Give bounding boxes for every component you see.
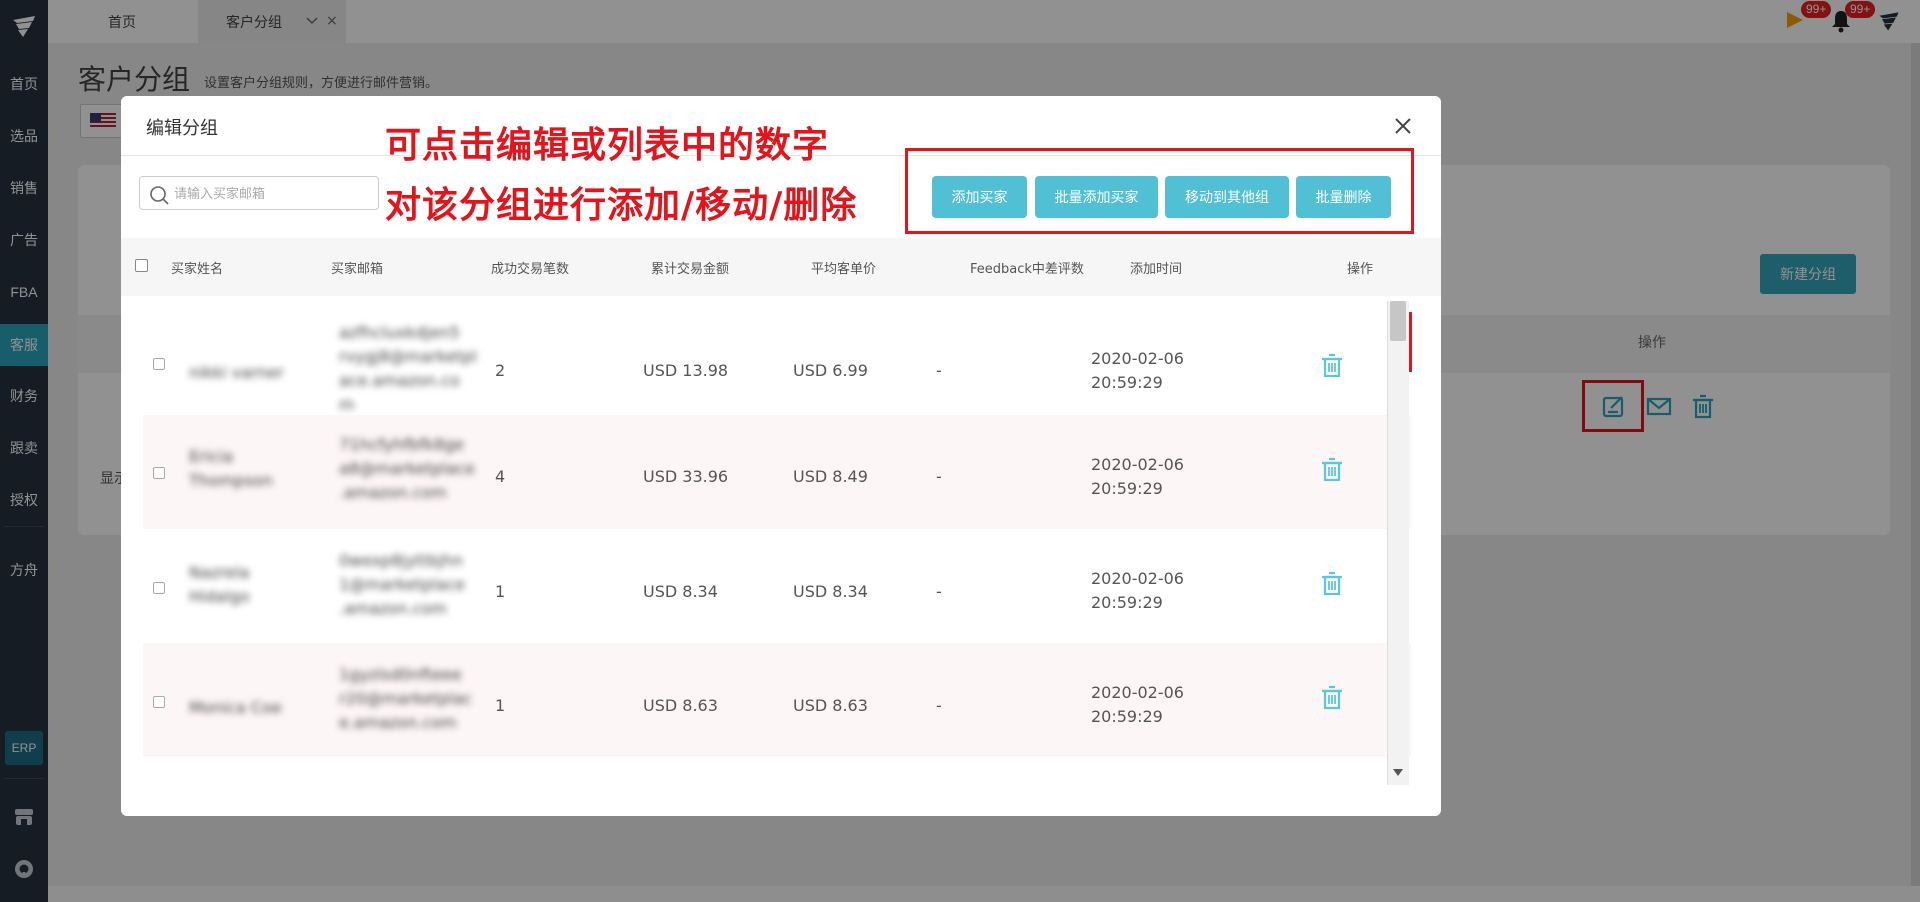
- total-amount: USD 13.98: [643, 361, 729, 380]
- total-amount: USD 8.34: [643, 582, 718, 601]
- search-icon: [150, 186, 169, 205]
- success-count[interactable]: 2: [495, 361, 505, 380]
- buyer-table-header: 买家姓名 买家邮箱 成功交易笔数 累计交易金额 平均客单价 Feedback中差…: [121, 238, 1441, 296]
- table-row: Monica Coe 1gyzlsd0nfteee r20@marketplac…: [143, 643, 1411, 757]
- add-time: 20:59:29: [1091, 707, 1163, 726]
- delete-icon[interactable]: [1319, 683, 1345, 711]
- buyer-table-body: nikki varner azfhcluxkdjen5 rvygj8@marke…: [143, 301, 1411, 785]
- table-row: Nazrela Hidalgo 0wexp8jyttbjhn 1@marketp…: [143, 529, 1411, 643]
- buyer-email: 0wexp8jyttbjhn 1@marketplace .amazon.com: [339, 551, 466, 618]
- delete-icon[interactable]: [1319, 455, 1345, 483]
- annotation-highlight-box: [905, 148, 1414, 234]
- total-amount: USD 33.96: [643, 467, 729, 486]
- close-icon[interactable]: [1391, 114, 1415, 138]
- edit-group-modal: 编辑分组 可点击编辑或列表中的数字 对该分组进行添加/移动/删除 添加买家 批量…: [121, 96, 1441, 816]
- success-count[interactable]: 1: [495, 696, 505, 715]
- col-avg-price: 平均客单价: [811, 262, 877, 277]
- col-total-amount: 累计交易金额: [651, 262, 730, 277]
- total-amount: USD 8.63: [643, 696, 718, 715]
- annotation-line-1: 可点击编辑或列表中的数字: [385, 125, 830, 166]
- row-checkbox[interactable]: [153, 467, 165, 479]
- success-count[interactable]: 1: [495, 582, 505, 601]
- table-scrollbar[interactable]: [1387, 301, 1409, 785]
- buyer-name: Ericia Thompson: [189, 447, 273, 490]
- delete-icon[interactable]: [1319, 351, 1345, 379]
- col-buyer-name: 买家姓名: [171, 262, 224, 277]
- scroll-down-arrow-icon[interactable]: [1393, 769, 1403, 776]
- avg-price: USD 8.34: [793, 582, 868, 601]
- buyer-email-search[interactable]: [139, 176, 379, 210]
- modal-title: 编辑分组: [146, 118, 218, 139]
- annotation-line-2: 对该分组进行添加/移动/删除: [385, 185, 858, 226]
- buyer-name: nikki varner: [189, 363, 284, 382]
- add-date: 2020-02-06: [1091, 683, 1184, 702]
- buyer-email: azfhcluxkdjen5 rvygj8@marketpl ace.amazo…: [339, 323, 477, 414]
- table-row: Ericia Thompson 71hcfyhfbfk8ge a8@market…: [143, 415, 1411, 529]
- avg-price: USD 8.49: [793, 467, 868, 486]
- col-add-time: 添加时间: [1130, 262, 1183, 277]
- success-count[interactable]: 4: [495, 467, 505, 486]
- buyer-email: 1gyzlsd0nfteee r20@marketplac e.amazon.c…: [339, 665, 472, 732]
- feedback-count: -: [936, 361, 942, 380]
- add-time: 20:59:29: [1091, 373, 1163, 392]
- add-date: 2020-02-06: [1091, 569, 1184, 588]
- avg-price: USD 6.99: [793, 361, 868, 380]
- add-date: 2020-02-06: [1091, 455, 1184, 474]
- buyer-name: Nazrela Hidalgo: [189, 563, 250, 606]
- row-checkbox[interactable]: [153, 358, 165, 370]
- col-feedback: Feedback中差评数: [970, 262, 1084, 277]
- col-success-count: 成功交易笔数: [491, 262, 570, 277]
- avg-price: USD 8.63: [793, 696, 868, 715]
- col-buyer-email: 买家邮箱: [331, 262, 384, 277]
- feedback-count: -: [936, 696, 942, 715]
- delete-icon[interactable]: [1319, 569, 1345, 597]
- select-all-checkbox[interactable]: [135, 259, 148, 272]
- feedback-count: -: [936, 582, 942, 601]
- add-date: 2020-02-06: [1091, 349, 1184, 368]
- search-input[interactable]: [174, 183, 370, 205]
- row-checkbox[interactable]: [153, 696, 165, 708]
- feedback-count: -: [936, 467, 942, 486]
- buyer-email: 71hcfyhfbfk8ge a8@marketplace .amazon.co…: [339, 435, 475, 502]
- row-checkbox[interactable]: [153, 582, 165, 594]
- table-row: nikki varner azfhcluxkdjen5 rvygj8@marke…: [143, 301, 1411, 415]
- table-scrollbar-thumb[interactable]: [1390, 301, 1406, 341]
- buyer-name: Monica Coe: [189, 698, 282, 717]
- add-time: 20:59:29: [1091, 593, 1163, 612]
- red-edge-marker: [1409, 312, 1412, 372]
- add-time: 20:59:29: [1091, 479, 1163, 498]
- col-actions: 操作: [1347, 262, 1374, 277]
